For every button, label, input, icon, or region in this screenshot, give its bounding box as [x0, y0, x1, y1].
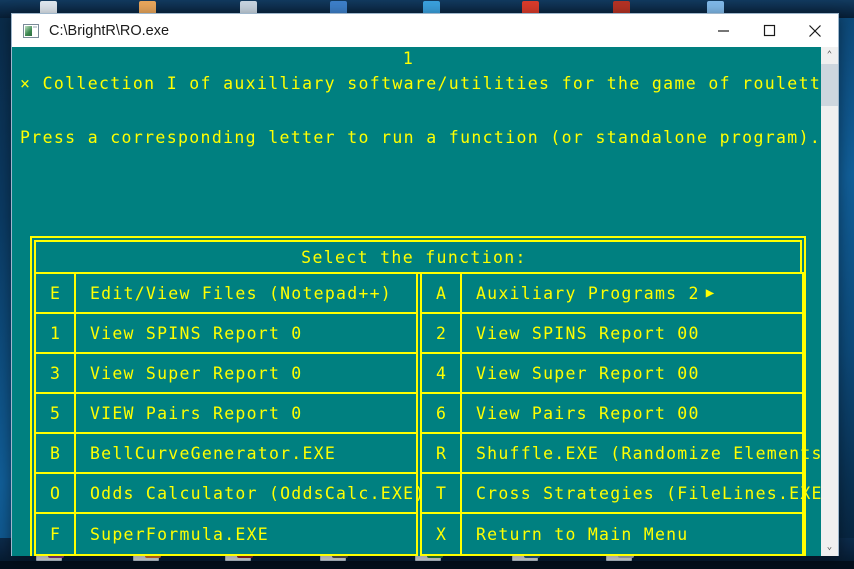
menu-item-key: E	[36, 274, 76, 312]
console-body: 1 × Collection I of auxilliary software/…	[12, 47, 838, 556]
menu-item-key: O	[36, 474, 76, 512]
page-number: 1	[402, 49, 415, 68]
menu-item-label: Cross Strategies (FileLines.EXE)	[462, 474, 821, 512]
menu-item-t[interactable]: T Cross Strategies (FileLines.EXE)	[422, 474, 821, 514]
menu-item-key: R	[422, 434, 462, 472]
menu-item-text: View SPINS Report 0	[90, 323, 303, 343]
menu-outer-frame: Select the function: E Edit/View Files (N…	[30, 236, 821, 556]
menu-item-text: View SPINS Report 00	[476, 323, 700, 343]
scroll-up-button[interactable]: ⌃	[821, 47, 838, 64]
menu-item-label: Edit/View Files (Notepad++)	[76, 274, 416, 312]
menu-title: Select the function:	[301, 247, 527, 267]
menu-item-key: F	[36, 514, 76, 554]
close-button[interactable]	[792, 14, 838, 47]
menu-item-text: Odds Calculator (OddsCalc.EXE)	[90, 483, 426, 503]
menu-item-label: View Pairs Report 00	[462, 394, 802, 432]
menu-column-right: A Auxiliary Programs 2 ▶ 2 View SPINS Report…	[420, 272, 821, 556]
menu-item-label: BellCurveGenerator.EXE	[76, 434, 416, 472]
window-controls	[700, 14, 838, 47]
console-window: C:\BrightR\RO.exe 1 × Collection I of au…	[11, 13, 839, 556]
console-header-line-2: Press a corresponding letter to run a fu…	[20, 128, 821, 147]
menu-item-x[interactable]: X Return to Main Menu	[422, 514, 802, 554]
menu-item-label: Return to Main Menu	[462, 514, 802, 554]
minimize-button[interactable]	[700, 14, 746, 47]
menu-title-box: Select the function:	[34, 240, 802, 274]
menu-item-text: Return to Main Menu	[476, 524, 689, 544]
window-titlebar[interactable]: C:\BrightR\RO.exe	[12, 14, 838, 47]
menu-item-f[interactable]: F SuperFormula.EXE	[36, 514, 416, 554]
vertical-scrollbar[interactable]: ⌃ ⌄	[821, 47, 838, 556]
menu-item-label: View SPINS Report 0	[76, 314, 416, 352]
menu-item-3[interactable]: 3 View Super Report 0	[36, 354, 416, 394]
menu-column-left: E Edit/View Files (Notepad++) 1 View SPINS …	[34, 272, 424, 556]
chevron-up-icon: ⌃	[826, 50, 833, 60]
menu-item-text: Edit/View Files (Notepad++)	[90, 283, 392, 303]
menu-item-2[interactable]: 2 View SPINS Report 00	[422, 314, 802, 354]
menu-item-text: View Super Report 00	[476, 363, 700, 383]
taskbar-strip	[0, 561, 854, 569]
menu-item-key: 6	[422, 394, 462, 432]
menu-item-text: VIEW Pairs Report 0	[90, 403, 303, 423]
menu-item-key: T	[422, 474, 462, 512]
menu-item-text: BellCurveGenerator.EXE	[90, 443, 337, 463]
menu-item-label: View Super Report 00	[462, 354, 802, 392]
menu-item-text: Shuffle.EXE (Randomize Elements)	[476, 443, 821, 463]
menu-item-key: 4	[422, 354, 462, 392]
menu-item-key: 5	[36, 394, 76, 432]
menu-item-label: Shuffle.EXE (Randomize Elements)	[462, 434, 821, 472]
menu-item-text: Cross Strategies (FileLines.EXE)	[476, 483, 821, 503]
menu-item-label: View Super Report 0	[76, 354, 416, 392]
menu-item-key: 1	[36, 314, 76, 352]
menu-item-label: SuperFormula.EXE	[76, 514, 416, 554]
function-menu: Select the function: E Edit/View Files (N…	[30, 236, 821, 556]
menu-item-key: A	[422, 274, 462, 312]
menu-item-a[interactable]: A Auxiliary Programs 2 ▶	[422, 274, 802, 314]
menu-item-key: 2	[422, 314, 462, 352]
menu-item-4[interactable]: 4 View Super Report 00	[422, 354, 802, 394]
menu-item-text: Auxiliary Programs 2	[476, 283, 700, 303]
menu-item-label: VIEW Pairs Report 0	[76, 394, 416, 432]
menu-item-key: 3	[36, 354, 76, 392]
menu-item-key: X	[422, 514, 462, 554]
scrollbar-thumb[interactable]	[821, 64, 838, 106]
menu-item-label: Auxiliary Programs 2 ▶	[462, 274, 802, 312]
menu-item-6[interactable]: 6 View Pairs Report 00	[422, 394, 802, 434]
window-title: C:\BrightR\RO.exe	[49, 22, 170, 39]
desktop: C:\BrightR\RO.exe 1 × Collection I of au…	[0, 0, 854, 569]
maximize-button[interactable]	[746, 14, 792, 47]
menu-item-text: View Pairs Report 00	[476, 403, 700, 423]
menu-item-text: SuperFormula.EXE	[90, 524, 269, 544]
menu-item-1[interactable]: 1 View SPINS Report 0	[36, 314, 416, 354]
menu-item-5[interactable]: 5 VIEW Pairs Report 0	[36, 394, 416, 434]
console-window-icon	[23, 23, 39, 38]
menu-item-e[interactable]: E Edit/View Files (Notepad++)	[36, 274, 416, 314]
submenu-arrow-icon: ▶	[705, 285, 715, 301]
menu-item-label: View SPINS Report 00	[462, 314, 802, 352]
scroll-down-button[interactable]: ⌄	[821, 539, 838, 556]
menu-item-label: Odds Calculator (OddsCalc.EXE)	[76, 474, 426, 512]
menu-item-key: B	[36, 434, 76, 472]
console-header-line-1: × Collection I of auxilliary software/ut…	[20, 74, 821, 93]
menu-columns: E Edit/View Files (Notepad++) 1 View SPINS …	[34, 272, 821, 556]
menu-item-b[interactable]: B BellCurveGenerator.EXE	[36, 434, 416, 474]
console-text-area[interactable]: 1 × Collection I of auxilliary software/…	[12, 47, 821, 556]
menu-item-text: View Super Report 0	[90, 363, 303, 383]
menu-item-r[interactable]: R Shuffle.EXE (Randomize Elements)	[422, 434, 821, 474]
menu-item-o[interactable]: O Odds Calculator (OddsCalc.EXE)	[36, 474, 424, 514]
chevron-down-icon: ⌄	[826, 542, 833, 552]
